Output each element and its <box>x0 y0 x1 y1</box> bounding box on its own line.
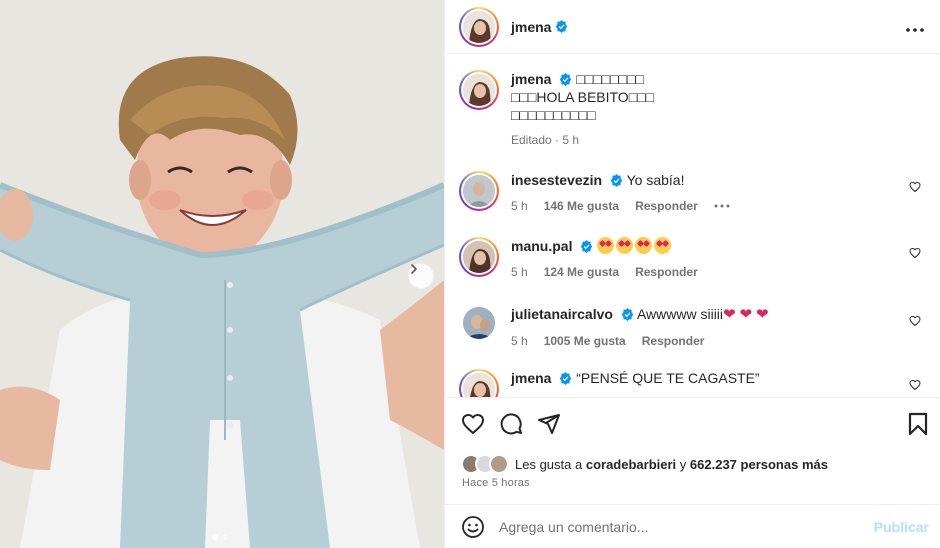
comment-text: Yo sabía! <box>626 172 685 188</box>
carousel-dot <box>212 534 218 540</box>
comment-item: inesestevezin Yo sabía! 5 h 146 Me gusta… <box>459 171 925 213</box>
red-heart-emoji: ❤ <box>723 306 736 323</box>
verified-badge-icon <box>556 20 568 33</box>
star-struck-emoji <box>654 237 672 254</box>
like-comment-icon[interactable] <box>909 379 921 391</box>
like-comment-icon[interactable] <box>909 247 921 259</box>
like-icon[interactable] <box>461 412 485 436</box>
comment-item: julietanaircalvo Awwwww siiiii❤ ❤ ❤ 5 h … <box>459 305 925 348</box>
comment-text: Awwwww siiiii <box>636 306 724 322</box>
post-panel: jmena jmena □□□□□□□□ □□□HOLA BEBITO□□□ □… <box>444 0 940 548</box>
comment-likes[interactable]: 146 Me gusta <box>544 199 619 213</box>
liker-avatar <box>489 454 509 474</box>
post-header: jmena <box>445 0 940 54</box>
verified-badge-icon <box>581 240 593 253</box>
carousel-next-button[interactable] <box>408 263 434 289</box>
comment-icon[interactable] <box>499 412 523 436</box>
comments-list[interactable]: jmena □□□□□□□□ □□□HOLA BEBITO□□□ □□□□□□□… <box>445 55 940 397</box>
likes-prefix: Les gusta a <box>515 456 583 472</box>
comment-composer: Publicar <box>445 504 940 548</box>
carousel-dot <box>222 534 228 540</box>
commenter-avatar[interactable] <box>463 307 495 339</box>
star-struck-emoji <box>616 237 634 254</box>
caption-avatar[interactable] <box>459 70 499 110</box>
avatar-image <box>463 307 495 339</box>
carousel-dots <box>212 534 228 540</box>
avatar-image <box>463 10 495 43</box>
caption-username[interactable]: jmena <box>511 71 551 87</box>
star-struck-emoji <box>635 237 653 254</box>
publish-button[interactable]: Publicar <box>874 519 929 535</box>
caption-line: □□□HOLA BEBITO□□□ <box>511 89 655 105</box>
red-heart-emoji: ❤ <box>755 306 769 323</box>
avatar-image <box>463 74 495 106</box>
comment-username[interactable]: julietanaircalvo <box>511 306 613 322</box>
avatar-image <box>463 175 495 207</box>
commenter-avatar[interactable] <box>459 237 499 277</box>
kid-photo <box>0 0 444 548</box>
star-struck-emoji <box>597 237 615 254</box>
like-comment-icon[interactable] <box>909 315 921 327</box>
likes-count[interactable]: 662.237 personas más <box>690 457 828 472</box>
verified-badge-icon <box>560 372 572 385</box>
comment-item: manu.pal 5 h 124 Me gusta Responder <box>459 237 925 279</box>
commenter-avatar[interactable] <box>459 369 499 397</box>
liker-avatars[interactable] <box>461 454 509 474</box>
verified-badge-icon <box>610 174 623 187</box>
comment-input[interactable] <box>499 518 874 535</box>
comment-username[interactable]: manu.pal <box>511 238 572 254</box>
emoji-icon[interactable] <box>461 515 485 539</box>
avatar-image <box>463 373 495 397</box>
reply-button[interactable]: Responder <box>642 334 705 348</box>
more-options-button[interactable] <box>906 19 924 35</box>
verified-badge-icon <box>621 308 634 321</box>
likes-middle: y <box>679 456 687 472</box>
like-comment-icon[interactable] <box>909 181 921 193</box>
caption-line: □□□□□□□□ <box>576 71 644 87</box>
comment-username[interactable]: inesestevezin <box>511 172 602 188</box>
author-avatar[interactable] <box>459 6 499 47</box>
post-timestamp[interactable]: Hace 5 horas <box>462 477 530 489</box>
liker-username[interactable]: coradebarbieri <box>586 457 676 472</box>
reply-button[interactable]: Responder <box>635 199 698 213</box>
post-photo[interactable] <box>0 0 444 548</box>
red-heart-emoji: ❤ <box>739 306 753 323</box>
reply-button[interactable]: Responder <box>635 265 698 279</box>
caption: jmena □□□□□□□□ □□□HOLA BEBITO□□□ □□□□□□□… <box>459 70 925 147</box>
caption-line: □□□□□□□□□□ <box>511 107 596 123</box>
more-horizontal-icon[interactable] <box>714 204 730 208</box>
verified-badge-icon <box>560 73 572 86</box>
save-bookmark-icon[interactable] <box>907 412 929 436</box>
caption-meta: Editado · 5 h <box>511 133 580 147</box>
comment-time[interactable]: 5 h <box>511 199 528 213</box>
avatar-image <box>463 241 495 273</box>
comment-time[interactable]: 5 h <box>511 334 528 348</box>
more-horizontal-icon <box>906 27 924 32</box>
comment-text: “PENSÉ QUE TE CAGASTE” <box>576 370 760 386</box>
comment-time[interactable]: 5 h <box>511 265 528 279</box>
chevron-right-icon <box>411 264 417 274</box>
commenter-avatar[interactable] <box>459 171 499 211</box>
author-username[interactable]: jmena <box>511 19 551 35</box>
comment-username[interactable]: jmena <box>511 370 551 386</box>
likes-summary: Les gusta a coradebarbieri y 662.237 per… <box>461 454 828 474</box>
post-actions: Les gusta a coradebarbieri y 662.237 per… <box>445 397 940 505</box>
comment-likes[interactable]: 124 Me gusta <box>544 265 619 279</box>
comment-item: jmena “PENSÉ QUE TE CAGASTE” <box>459 369 925 397</box>
comment-likes[interactable]: 1005 Me gusta <box>544 334 626 348</box>
share-icon[interactable] <box>537 412 561 436</box>
